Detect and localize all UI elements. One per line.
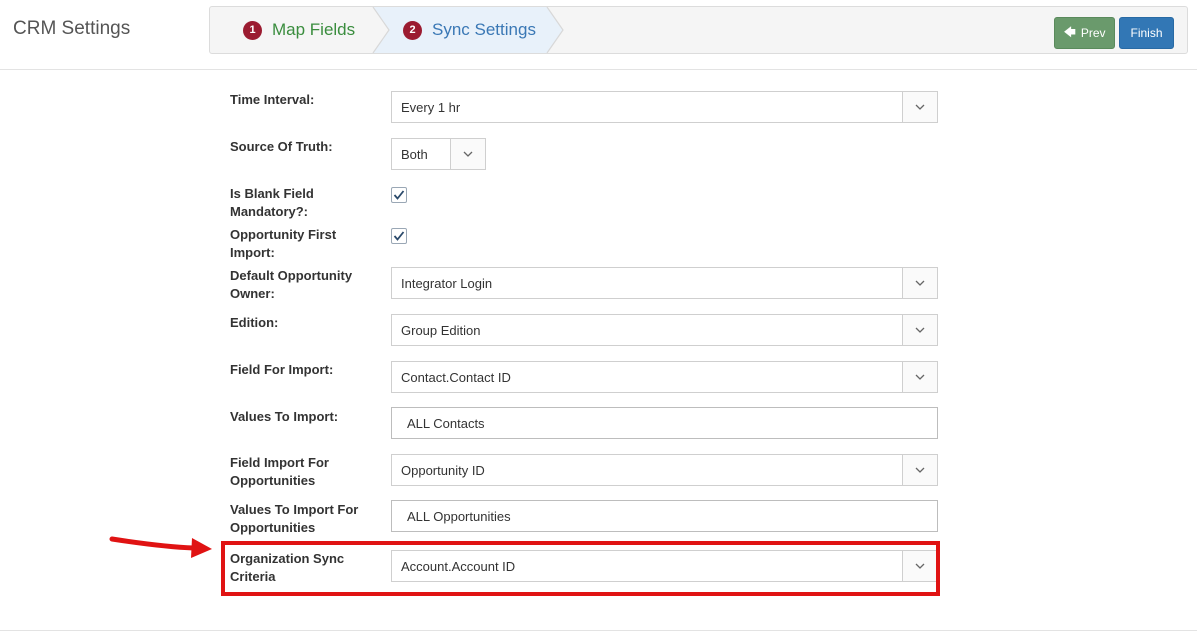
field-label: Is Blank Field Mandatory?: [230,186,314,219]
chevron-down-icon [902,92,937,122]
blank-field-mandatory-checkbox[interactable] [391,187,407,203]
checkmark-icon [393,190,405,200]
chevron-down-icon [902,315,937,345]
step-label: Sync Settings [432,20,536,39]
wizard-step-map-fields[interactable]: 1 Map Fields [243,7,355,53]
select-value: Contact.Contact ID [401,370,511,385]
input-value: ALL Opportunities [407,509,511,524]
edition-select[interactable]: Group Edition [391,314,938,346]
page-title: CRM Settings [13,18,131,39]
select-value: Opportunity ID [401,463,485,478]
input-value: ALL Contacts [407,416,485,431]
field-label: Source Of Truth: [230,139,333,154]
field-label: Values To Import: [230,409,339,424]
checkmark-icon [393,231,405,241]
step-number-badge: 2 [403,20,422,40]
arrow-left-icon: 🡄 [1063,24,1076,39]
annotation-arrow-icon [109,536,212,558]
wizard-step-sync-settings[interactable]: 2 Sync Settings [403,7,536,53]
source-of-truth-select[interactable]: Both [391,138,486,170]
field-label: Edition: [230,315,279,330]
field-import-for-opportunities-select[interactable]: Opportunity ID [391,454,938,486]
field-label: Values To Import For Opportunities [230,502,359,535]
step-number-badge: 1 [243,20,262,40]
opportunity-first-import-checkbox[interactable] [391,228,407,244]
step-label: Map Fields [272,20,356,39]
default-opportunity-owner-select[interactable]: Integrator Login [391,267,938,299]
wizard-steps: 1 Map Fields 2 Sync Settings 🡄 Prev Fini… [209,6,1188,54]
prev-button-label: Prev [1080,26,1106,40]
chevron-down-icon [902,268,937,298]
select-value: Every 1 hr [401,100,461,115]
finish-button[interactable]: Finish [1119,17,1174,49]
chevron-down-icon [450,139,485,169]
field-label: Time Interval: [230,92,315,107]
prev-button[interactable]: 🡄 Prev [1054,17,1115,49]
select-value: Integrator Login [401,276,493,291]
field-label: Field Import For Opportunities [230,455,329,488]
values-to-import-for-opportunities-input[interactable]: ALL Opportunities [391,500,938,532]
field-label: Default Opportunity Owner: [230,268,353,301]
time-interval-select[interactable]: Every 1 hr [391,91,938,123]
chevron-down-icon [902,455,937,485]
select-value: Group Edition [401,323,481,338]
select-value: Both [401,147,428,162]
page-header: CRM Settings 1 Map Fields 2 Sync Setting… [0,0,1197,70]
annotation-highlight-box [221,541,940,596]
field-label: Opportunity First Import: [230,227,337,260]
footer-divider [0,630,1197,631]
values-to-import-input[interactable]: ALL Contacts [391,407,938,439]
field-for-import-select[interactable]: Contact.Contact ID [391,361,938,393]
field-label: Field For Import: [230,362,334,377]
chevron-down-icon [902,362,937,392]
